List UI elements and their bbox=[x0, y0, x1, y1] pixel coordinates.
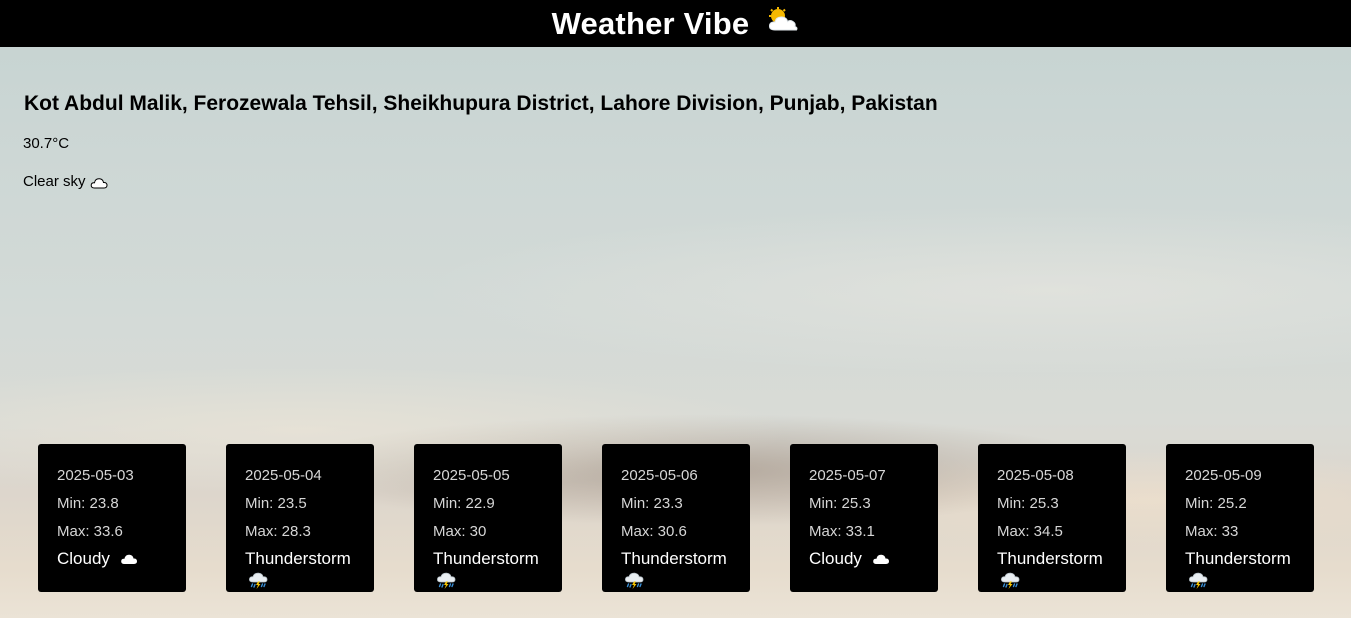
forecast-condition: Thunderstorm bbox=[433, 549, 562, 569]
forecast-date: 2025-05-04 bbox=[245, 467, 322, 484]
thunderstorm-icon bbox=[1189, 572, 1208, 589]
forecast-max: Max: 34.5 bbox=[997, 523, 1063, 540]
forecast-condition-label: Cloudy bbox=[809, 549, 862, 568]
forecast-card: 2025-05-05 Min: 22.9 Max: 30 Thunderstor… bbox=[414, 444, 562, 592]
forecast-max: Max: 33.1 bbox=[809, 523, 875, 540]
thunderstorm-icon bbox=[437, 572, 456, 589]
forecast-min: Min: 23.5 bbox=[245, 495, 307, 512]
thunderstorm-icon bbox=[625, 572, 644, 589]
forecast-min: Min: 23.8 bbox=[57, 495, 119, 512]
sun-behind-cloud-icon bbox=[765, 6, 799, 33]
forecast-card: 2025-05-03 Min: 23.8 Max: 33.6 Cloudy bbox=[38, 444, 186, 592]
forecast-min: Min: 25.3 bbox=[997, 495, 1059, 512]
forecast-card: 2025-05-09 Min: 25.2 Max: 33 Thunderstor… bbox=[1166, 444, 1314, 592]
forecast-list: 2025-05-03 Min: 23.8 Max: 33.6 Cloudy 20… bbox=[38, 444, 1314, 592]
forecast-date: 2025-05-03 bbox=[57, 467, 134, 484]
forecast-min: Min: 25.3 bbox=[809, 495, 871, 512]
forecast-date: 2025-05-08 bbox=[997, 467, 1074, 484]
forecast-condition-label: Thunderstorm bbox=[433, 549, 539, 568]
forecast-condition: Thunderstorm bbox=[997, 549, 1126, 569]
forecast-min: Min: 25.2 bbox=[1185, 495, 1247, 512]
current-condition-label: Clear sky bbox=[23, 173, 86, 190]
cloud-icon bbox=[90, 176, 108, 188]
forecast-max: Max: 30 bbox=[433, 523, 487, 540]
forecast-condition-label: Thunderstorm bbox=[1185, 549, 1291, 568]
forecast-date: 2025-05-09 bbox=[1185, 467, 1262, 484]
forecast-condition: Thunderstorm bbox=[621, 549, 750, 569]
forecast-max: Max: 33 bbox=[1185, 523, 1239, 540]
app-title: Weather Vibe bbox=[551, 5, 750, 41]
forecast-date: 2025-05-07 bbox=[809, 467, 886, 484]
thunderstorm-icon bbox=[249, 572, 268, 589]
forecast-card: 2025-05-04 Min: 23.5 Max: 28.3 Thunderst… bbox=[226, 444, 374, 592]
forecast-condition-label: Thunderstorm bbox=[245, 549, 351, 568]
forecast-date: 2025-05-06 bbox=[621, 467, 698, 484]
forecast-condition: Cloudy bbox=[809, 549, 938, 569]
forecast-condition: Thunderstorm bbox=[245, 549, 374, 569]
current-temperature: 30.7°C bbox=[23, 135, 70, 152]
forecast-condition: Thunderstorm bbox=[1185, 549, 1314, 569]
forecast-condition-label: Thunderstorm bbox=[997, 549, 1103, 568]
forecast-min: Min: 23.3 bbox=[621, 495, 683, 512]
forecast-card: 2025-05-08 Min: 25.3 Max: 34.5 Thunderst… bbox=[978, 444, 1126, 592]
forecast-max: Max: 33.6 bbox=[57, 523, 123, 540]
thunderstorm-icon bbox=[1001, 572, 1020, 589]
forecast-card: 2025-05-07 Min: 25.3 Max: 33.1 Cloudy bbox=[790, 444, 938, 592]
forecast-max: Max: 30.6 bbox=[621, 523, 687, 540]
forecast-card: 2025-05-06 Min: 23.3 Max: 30.6 Thunderst… bbox=[602, 444, 750, 592]
forecast-condition: Cloudy bbox=[57, 549, 186, 569]
cloud-icon bbox=[121, 554, 137, 564]
current-condition: Clear sky bbox=[23, 173, 108, 190]
cloud-icon bbox=[873, 554, 889, 564]
location-name: Kot Abdul Malik, Ferozewala Tehsil, Shei… bbox=[24, 92, 938, 115]
forecast-date: 2025-05-05 bbox=[433, 467, 510, 484]
forecast-condition-label: Cloudy bbox=[57, 549, 110, 568]
forecast-max: Max: 28.3 bbox=[245, 523, 311, 540]
forecast-min: Min: 22.9 bbox=[433, 495, 495, 512]
app-header: Weather Vibe bbox=[0, 0, 1351, 47]
forecast-condition-label: Thunderstorm bbox=[621, 549, 727, 568]
